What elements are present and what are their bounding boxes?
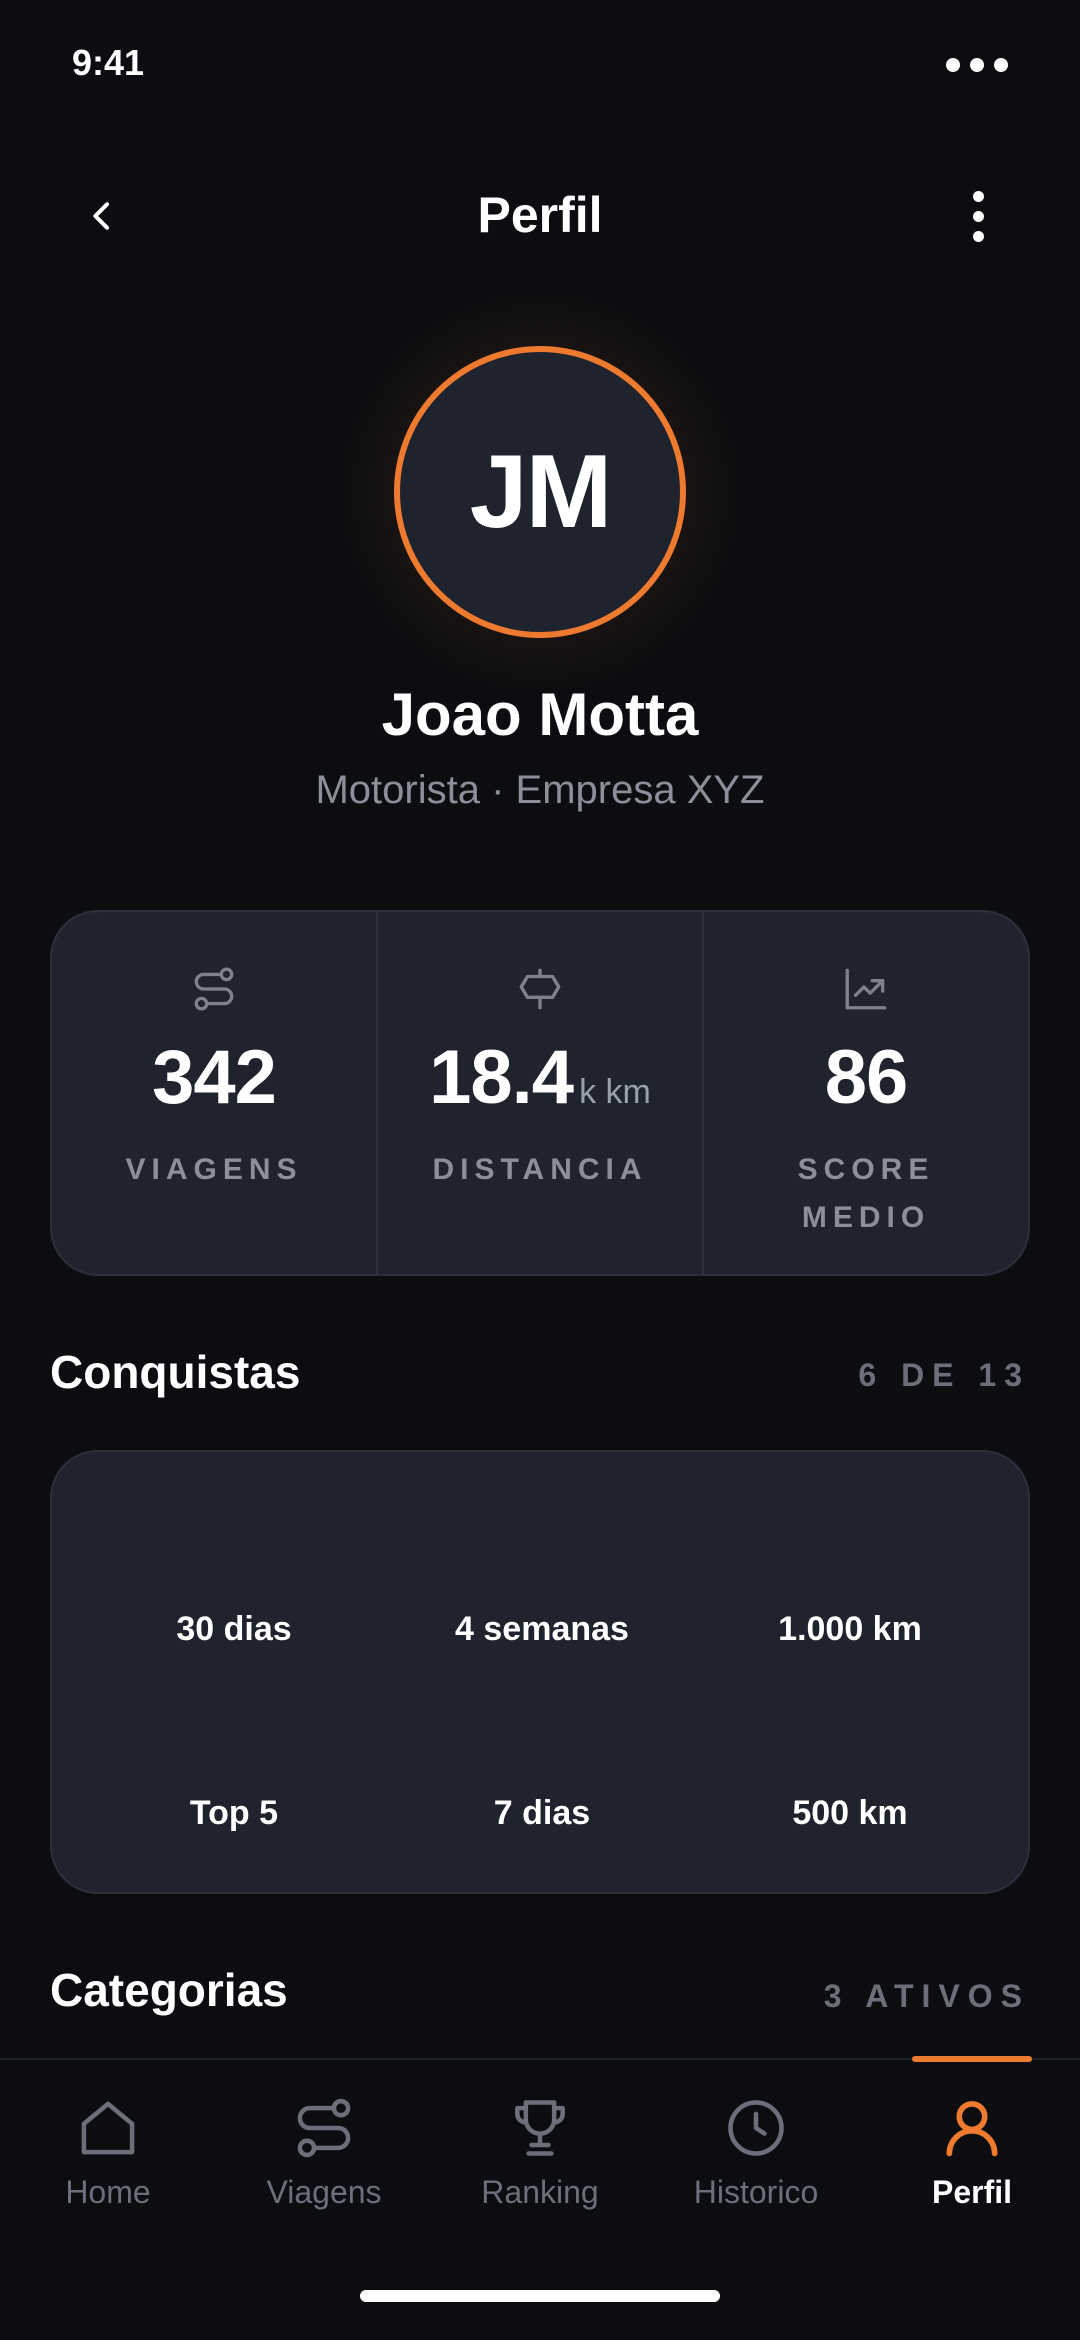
status-bar: 9:41 <box>0 0 1080 130</box>
nav-item-trips[interactable]: Viagens <box>216 2060 432 2260</box>
more-vertical-icon <box>972 190 984 202</box>
stat-unit: k km <box>579 1073 651 1111</box>
stat-label: SCORE MEDIO <box>797 1153 935 1234</box>
categories-title: Categorias <box>50 1964 288 2016</box>
more-options-button[interactable] <box>946 184 1010 248</box>
nav-item-history[interactable]: Historico <box>648 2060 864 2260</box>
achievements-count: 6 DE 13 <box>858 1357 1030 1393</box>
nav-item-profile[interactable]: Perfil <box>864 2060 1080 2260</box>
achievement-item[interactable]: Top 5 <box>84 1794 384 1833</box>
status-more-icon <box>946 58 1008 72</box>
header: Perfil <box>0 170 1080 262</box>
stat-label: DISTANCIA <box>432 1153 648 1186</box>
route-icon <box>194 967 234 1011</box>
achievement-item[interactable]: 4 semanas <box>392 1610 692 1649</box>
home-indicator[interactable] <box>360 2290 720 2302</box>
achievement-item[interactable]: 1.000 km <box>700 1610 1000 1649</box>
achievement-item[interactable]: 7 dias <box>392 1794 692 1833</box>
stat-value: 342 <box>152 1035 277 1120</box>
avatar[interactable]: JM <box>394 346 686 638</box>
status-time: 9:41 <box>72 42 145 83</box>
home-icon <box>81 2101 135 2155</box>
stat-distance: 18.4 k km DISTANCIA <box>376 912 702 1274</box>
stat-value: 18.4 <box>429 1035 574 1120</box>
trophy-icon <box>515 2100 565 2156</box>
nav-label: Ranking <box>481 2174 599 2210</box>
achievement-item[interactable]: 30 dias <box>84 1610 384 1649</box>
clock-icon <box>728 2100 784 2156</box>
signpost-icon <box>519 968 561 1010</box>
user-name: Joao Motta <box>381 681 699 748</box>
stat-value: 86 <box>824 1035 909 1120</box>
trending-chart-icon <box>845 968 887 1010</box>
stat-score: 86 SCORE MEDIO <box>702 912 1028 1274</box>
achievements-title: Conquistas <box>50 1346 301 1398</box>
stat-label: VIAGENS <box>125 1153 303 1186</box>
stat-trips: 342 VIAGENS <box>52 912 376 1274</box>
nav-label: Viagens <box>266 2174 382 2210</box>
avatar-initials: JM <box>469 433 612 550</box>
route-icon <box>297 2098 351 2158</box>
achievement-item[interactable]: 500 km <box>700 1794 1000 1833</box>
nav-item-home[interactable]: Home <box>0 2060 216 2260</box>
achievements-card: 30 dias 4 semanas 1.000 km Top 5 7 dias … <box>50 1450 1030 1894</box>
user-role: Motorista · Empresa XYZ <box>315 768 765 812</box>
nav-label: Home <box>65 2174 151 2210</box>
nav-label: Perfil <box>931 2174 1013 2210</box>
user-icon <box>946 2101 998 2157</box>
categories-count: 3 ATIVOS <box>823 1978 1030 2014</box>
page-title: Perfil <box>477 187 603 243</box>
stats-card: 342 VIAGENS 18.4 k km DISTANCIA 86 SCORE … <box>50 910 1030 1276</box>
nav-label: Historico <box>693 2174 819 2210</box>
nav-item-ranking[interactable]: Ranking <box>432 2060 648 2260</box>
